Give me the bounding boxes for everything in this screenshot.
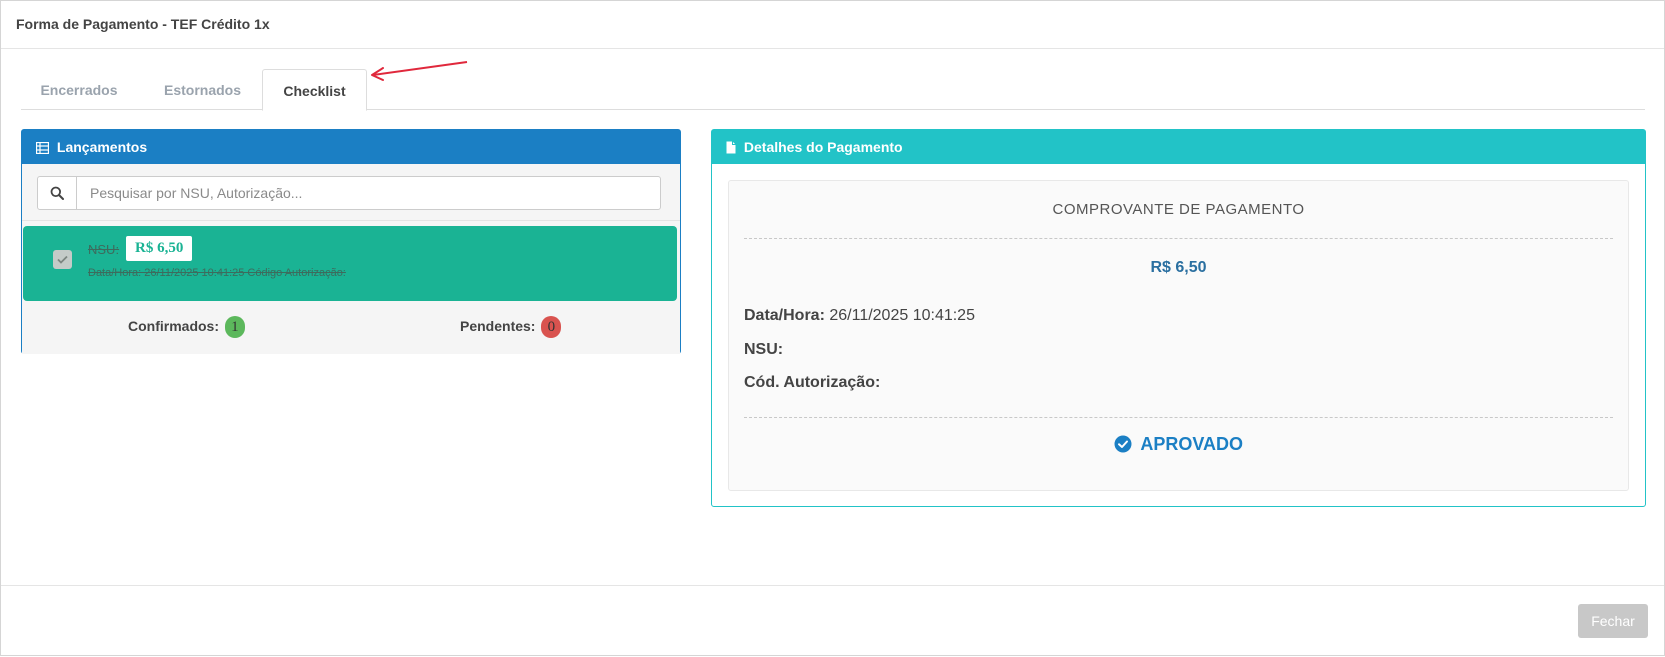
status-badge: APROVADO	[729, 434, 1628, 458]
list-icon	[35, 132, 50, 166]
confirmed-label: Confirmados:	[128, 318, 219, 334]
entry-checkbox[interactable]	[53, 250, 72, 269]
receipt-card: COMPROVANTE DE PAGAMENTO R$ 6,50 Data/Ho…	[728, 180, 1629, 491]
confirmed-count: Confirmados: 1	[128, 314, 245, 339]
divider	[22, 220, 680, 221]
status-text: APROVADO	[1140, 434, 1244, 454]
tab-bar: Encerrados Estornados Checklist	[21, 69, 1645, 111]
modal-title: Forma de Pagamento - TEF Crédito 1x	[16, 16, 270, 32]
pending-badge: 0	[541, 316, 562, 339]
pending-label: Pendentes:	[460, 318, 536, 334]
modal-header: Forma de Pagamento - TEF Crédito 1x	[1, 1, 1664, 49]
payment-details-panel: Detalhes do Pagamento COMPROVANTE DE PAG…	[711, 129, 1646, 507]
receipt-amount: R$ 6,50	[1150, 259, 1207, 276]
details-panel-title: Detalhes do Pagamento	[743, 139, 903, 155]
search-input[interactable]	[78, 177, 660, 209]
search-group	[37, 176, 661, 210]
search-button[interactable]	[38, 177, 77, 209]
modal-footer: Fechar	[1, 585, 1664, 657]
datetime-label: Data/Hora:	[744, 307, 825, 324]
entries-panel: Lançamentos NSU:	[21, 129, 681, 354]
list-item[interactable]: NSU: R$ 6,50 Data/Hora: 26/11/2025 10:41…	[23, 226, 677, 301]
document-icon	[726, 132, 736, 166]
tab-estornados[interactable]: Estornados	[137, 69, 268, 110]
confirmed-badge: 1	[224, 316, 245, 339]
search-icon	[50, 186, 64, 200]
check-icon	[57, 255, 68, 264]
entry-details: Data/Hora: 26/11/2025 10:41:25 Código Au…	[88, 267, 346, 279]
payment-modal: Forma de Pagamento - TEF Crédito 1x Ence…	[0, 0, 1665, 656]
receipt-datetime: Data/Hora: 26/11/2025 10:41:25	[744, 307, 975, 325]
entry-nsu-label: NSU:	[88, 242, 120, 257]
nsu-label: NSU:	[744, 341, 784, 358]
status-counts: Confirmados: 1 Pendentes: 0	[22, 314, 680, 339]
divider	[744, 417, 1613, 418]
entries-panel-title: Lançamentos	[56, 139, 148, 155]
datetime-value: 26/11/2025 10:41:25	[829, 307, 975, 324]
details-panel-heading: Detalhes do Pagamento	[712, 130, 1645, 164]
entries-panel-body: NSU: R$ 6,50 Data/Hora: 26/11/2025 10:41…	[22, 164, 680, 354]
annotation-arrow-icon	[371, 61, 468, 81]
divider	[744, 238, 1613, 239]
tab-encerrados[interactable]: Encerrados	[21, 69, 137, 110]
pending-count: Pendentes: 0	[460, 314, 562, 339]
close-button[interactable]: Fechar	[1578, 604, 1648, 638]
entries-panel-heading: Lançamentos	[22, 130, 680, 164]
entry-amount-badge: R$ 6,50	[126, 236, 193, 261]
tab-checklist[interactable]: Checklist	[262, 69, 367, 111]
auth-label: Cód. Autorização:	[744, 374, 881, 391]
receipt-title: COMPROVANTE DE PAGAMENTO	[1052, 201, 1305, 218]
receipt-authorization: Cód. Autorização:	[744, 374, 880, 392]
check-circle-icon	[1114, 435, 1132, 458]
receipt-nsu: NSU:	[744, 341, 783, 359]
